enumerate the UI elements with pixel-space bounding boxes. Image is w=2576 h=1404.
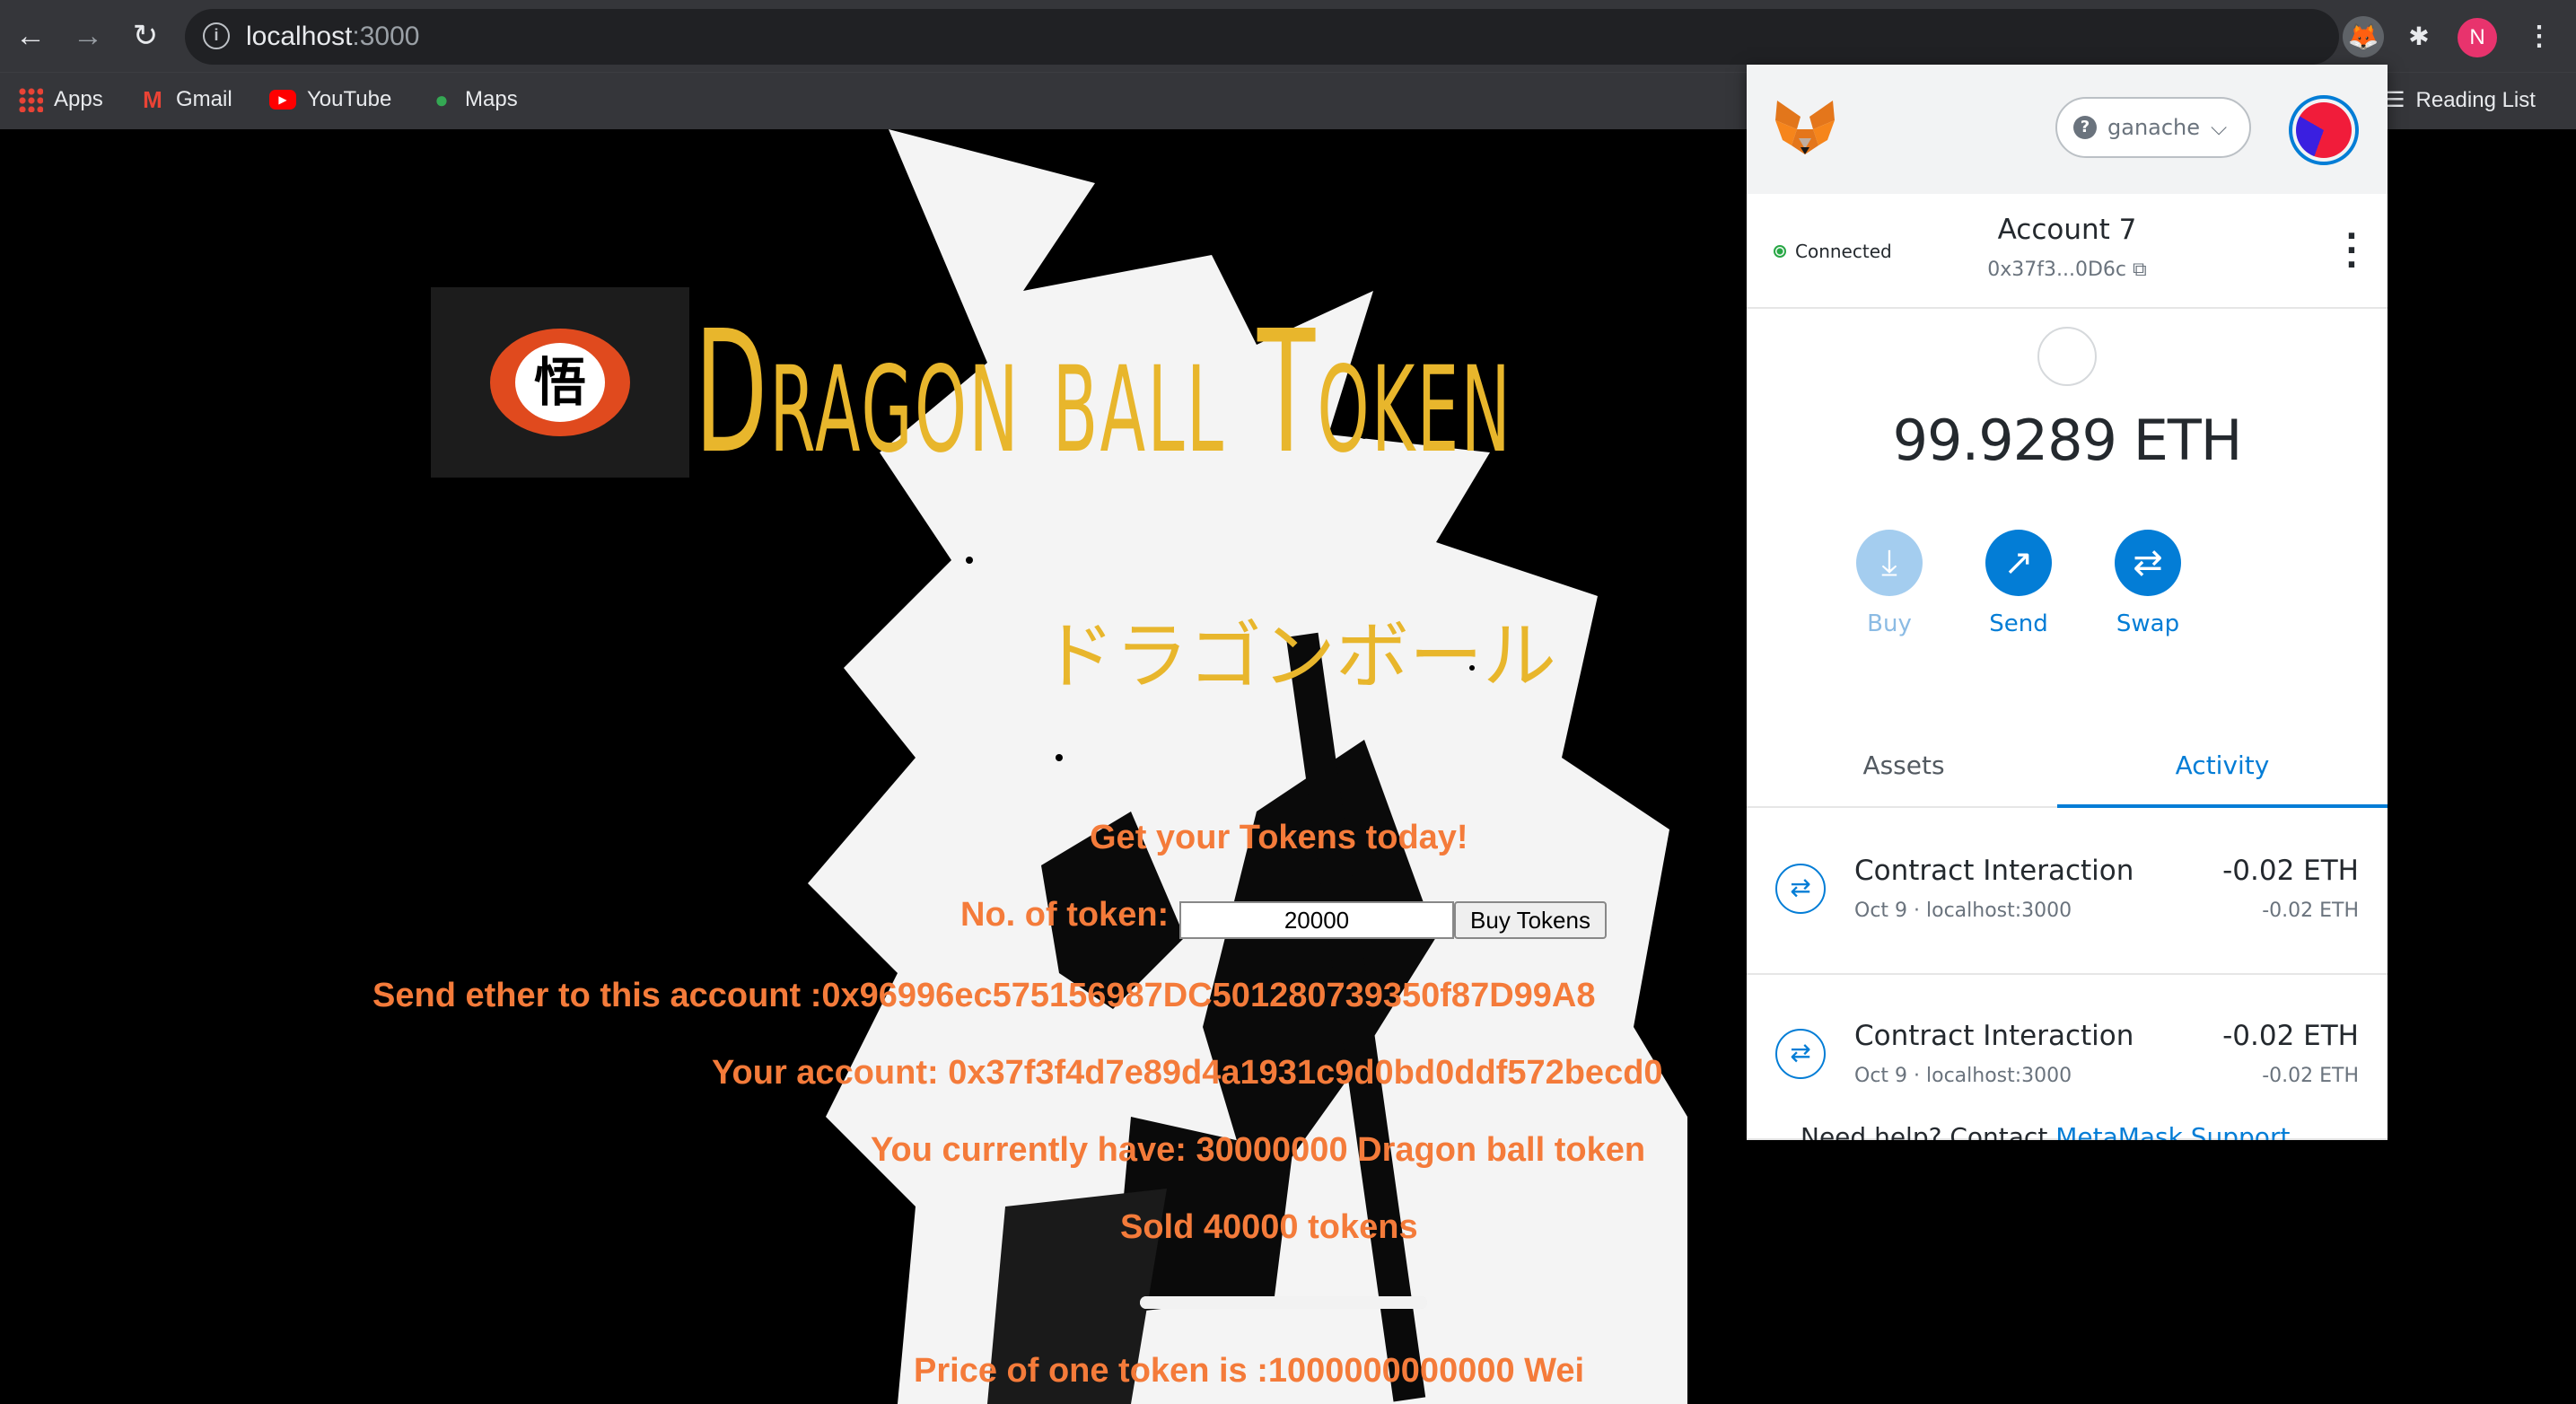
url-text[interactable]: localhost:3000 (246, 22, 419, 52)
help-footer: Need help? Contact MetaMask Support (1801, 1122, 2290, 1140)
user-account-text: Your account: 0x37f3f4d7e89d4a1931c9d0bd… (712, 1054, 1663, 1092)
browser-toolbar: ← → ↻ i localhost:3000 ☆ 🦊 ✱ N ⋮ (0, 0, 2576, 72)
browser-menu-icon[interactable]: ⋮ (2519, 16, 2560, 57)
contract-address-text: Send ether to this account :0x96996ec575… (372, 977, 1596, 1014)
account-avatar[interactable] (2289, 95, 2359, 165)
wallet-tabs: Assets Activity (1747, 731, 2388, 808)
account-address[interactable]: 0x37f3...0D6c ⧉ (1747, 259, 2388, 281)
reading-list-button[interactable]: ☰ Reading List (2386, 87, 2536, 113)
account-name: Account 7 (1997, 214, 2137, 246)
contract-interaction-icon: ⇄ (1775, 864, 1826, 914)
progress-fill (1140, 1296, 1427, 1309)
site-info-icon[interactable]: i (203, 22, 230, 49)
chevron-down-icon: ⌵ (2211, 115, 2228, 140)
account-options-icon[interactable]: · · · (2343, 221, 2361, 282)
copy-icon: ⧉ (2133, 259, 2147, 281)
bookmark-maps[interactable]: ● Maps (429, 87, 518, 112)
tab-assets[interactable]: Assets (1747, 731, 2061, 808)
jazzicon (2296, 102, 2352, 158)
profile-avatar[interactable]: N (2458, 18, 2497, 57)
address-bar[interactable]: i localhost:3000 ☆ (185, 9, 2484, 65)
bookmark-apps[interactable]: Apps (18, 87, 103, 112)
account-address-text: 0x37f3...0D6c (1987, 259, 2127, 281)
tx-title: Contract Interaction (1854, 855, 2134, 887)
bookmark-youtube[interactable]: ▶ YouTube (269, 87, 391, 112)
swap-label: Swap (2116, 610, 2180, 637)
bookmark-label: YouTube (307, 87, 392, 111)
back-icon[interactable]: ← (11, 16, 50, 56)
contract-interaction-icon: ⇄ (1775, 1029, 1826, 1079)
youtube-icon: ▶ (269, 90, 296, 110)
emblem-glyph: 悟 (515, 343, 605, 422)
extensions-puzzle-icon[interactable]: ✱ (2398, 16, 2440, 57)
send-button[interactable]: ↗ Send (1969, 530, 2068, 637)
token-price-text: Price of one token is :1000000000000 Wei (914, 1352, 1585, 1390)
eth-balance: 99.9289 ETH (1892, 408, 2243, 473)
tx-amount: -0.02 ETH (2222, 855, 2359, 887)
get-tokens-heading: Get your Tokens today! (1090, 819, 1468, 856)
sale-progress-bar (1140, 1296, 1427, 1309)
metamask-popup: ? ganache ⌵ Connected Account 7 0x37f3..… (1747, 65, 2388, 1140)
connected-dot-icon (1774, 245, 1786, 258)
metamask-extension-icon[interactable]: 🦊 (2343, 16, 2384, 57)
reading-list-label: Reading List (2415, 87, 2536, 112)
tx-amount-secondary: -0.02 ETH (2262, 899, 2359, 922)
activity-list-item[interactable]: ⇄ Contract Interaction Oct 9 · localhost… (1747, 810, 2388, 975)
japanese-subtitle: ドラゴンボール (1041, 614, 1557, 699)
token-count-input[interactable]: 20000 (1179, 901, 1454, 939)
tx-subtitle: Oct 9 · localhost:3000 (1854, 899, 2072, 922)
swap-arrows-icon: ⇄ (2115, 530, 2181, 596)
account-bar: Connected Account 7 0x37f3...0D6c ⧉ · · · (1747, 194, 2388, 309)
buy-tokens-button[interactable]: Buy Tokens (1454, 901, 1607, 939)
forward-icon[interactable]: → (68, 16, 108, 56)
activity-list-item[interactable]: ⇄ Contract Interaction Oct 9 · localhost… (1747, 975, 2388, 1140)
tx-amount-secondary: -0.02 ETH (2262, 1065, 2359, 1087)
bookmark-label: Apps (54, 87, 103, 111)
token-count-label: No. of token: (960, 896, 1170, 934)
buy-button[interactable]: ⤓ Buy (1840, 530, 1939, 637)
tokens-sold-text: Sold 40000 tokens (1120, 1208, 1418, 1246)
buy-label: Buy (1867, 610, 1912, 637)
network-help-icon: ? (2073, 116, 2097, 139)
download-arrow-icon: ⤓ (1856, 530, 1923, 596)
network-selector[interactable]: ? ganache ⌵ (2055, 97, 2251, 158)
page-title: Dragon ball Token (695, 294, 1513, 491)
metamask-fox-icon[interactable] (1774, 99, 1836, 158)
send-label: Send (1989, 610, 2048, 637)
support-link[interactable]: MetaMask Support (2055, 1122, 2290, 1140)
tx-title: Contract Interaction (1854, 1020, 2134, 1052)
apps-grid-icon (18, 87, 43, 112)
tx-subtitle: Oct 9 · localhost:3000 (1854, 1065, 2072, 1087)
bookmark-label: Gmail (176, 87, 232, 111)
maps-pin-icon: ● (434, 86, 449, 113)
eth-token-icon (2037, 327, 2097, 386)
gmail-icon: M (143, 86, 162, 113)
logo-box: 悟 (431, 287, 689, 478)
goku-emblem-logo: 悟 (490, 329, 630, 436)
network-name: ganache (2107, 115, 2201, 140)
swap-button[interactable]: ⇄ Swap (2098, 530, 2197, 637)
tab-activity[interactable]: Activity (2057, 731, 2388, 808)
tx-amount: -0.02 ETH (2222, 1020, 2359, 1052)
help-text: Need help? Contact (1801, 1122, 2056, 1140)
token-balance-text: You currently have: 30000000 Dragon ball… (871, 1131, 1646, 1169)
metamask-header: ? ganache ⌵ (1747, 65, 2388, 194)
bookmark-gmail[interactable]: M Gmail (140, 87, 232, 112)
reload-icon[interactable]: ↻ (126, 16, 165, 56)
send-arrow-icon: ↗ (1985, 530, 2052, 596)
reading-list-icon: ☰ (2386, 88, 2405, 112)
bookmark-label: Maps (465, 87, 518, 111)
